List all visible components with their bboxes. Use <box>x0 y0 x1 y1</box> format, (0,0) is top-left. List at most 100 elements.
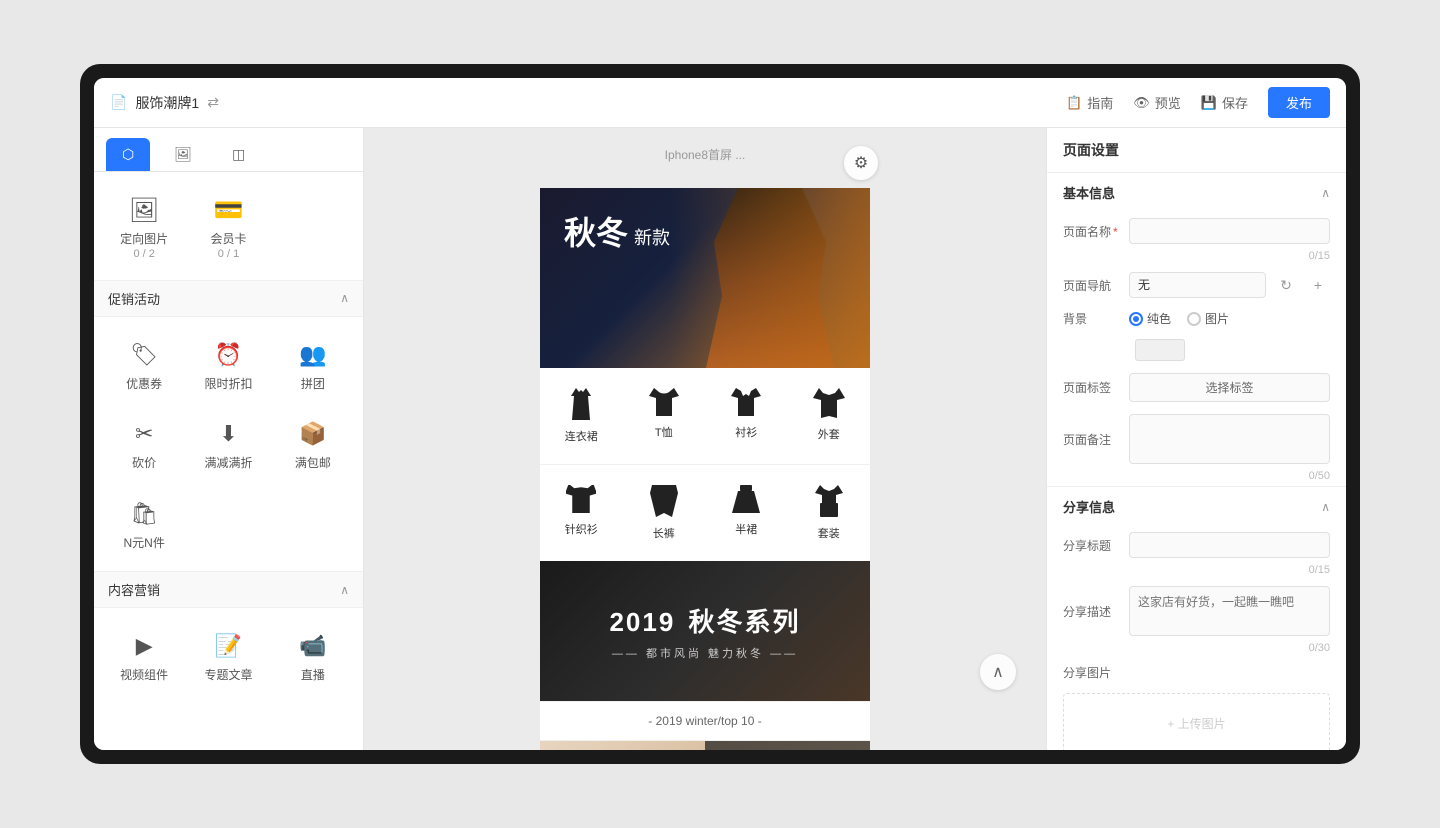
radio-image[interactable]: 图片 <box>1187 310 1229 327</box>
sidebar-item-coupon[interactable]: 🏷 优惠券 <box>102 325 186 405</box>
radio-solid-color[interactable]: 纯色 <box>1129 310 1171 327</box>
coupon-icon: 🏷 <box>124 337 164 373</box>
free-shipping-label: 满包邮 <box>295 456 331 472</box>
guide-button[interactable]: 📋 指南 <box>1066 93 1113 112</box>
live-icon: 📹 <box>293 628 333 664</box>
promo-banner: 2019 秋冬系列 —— 都市风尚 魅力秋冬 —— <box>540 561 870 701</box>
field-background: 背景 纯色 图片 <box>1047 304 1346 333</box>
content-marketing-title: 内容营销 <box>108 580 160 599</box>
color-swatch[interactable] <box>1135 339 1185 361</box>
promotion-grid: 🏷 优惠券 ⏰ 限时折扣 👥 拼团 ✂ 砍价 <box>94 317 363 572</box>
content-marketing-chevron[interactable]: ∧ <box>340 583 349 597</box>
field-share-image: 分享图片 <box>1047 658 1346 687</box>
category-shirt[interactable]: 衬衫 <box>705 380 788 452</box>
preview-button[interactable]: 👁 预览 <box>1133 93 1181 112</box>
basic-info-chevron[interactable]: ∧ <box>1321 186 1330 200</box>
share-desc-label: 分享描述 <box>1063 603 1119 620</box>
coat-icon <box>813 388 845 422</box>
right-panel-title: 页面设置 <box>1047 128 1346 173</box>
pants-label: 长裤 <box>653 525 675 541</box>
nav-add-icon[interactable]: + <box>1306 273 1330 297</box>
section-divider: - 2019 winter/top 10 - <box>540 701 870 741</box>
bundle-icon: 🛍 <box>124 496 164 532</box>
share-desc-hint: 0/30 <box>1047 642 1346 658</box>
shirt-icon <box>731 388 761 420</box>
promotion-chevron[interactable]: ∧ <box>340 291 349 305</box>
dress-label: 连衣裙 <box>565 428 598 444</box>
right-panel: 页面设置 基本信息 ∧ 页面名称* 0/15 页面导航 <box>1046 128 1346 750</box>
promo-subtitle: —— 都市风尚 魅力秋冬 —— <box>612 645 798 661</box>
tab-components[interactable]: ⬡ <box>106 138 150 171</box>
basic-info-header[interactable]: 基本信息 ∧ <box>1047 173 1346 212</box>
sidebar-item-bundle[interactable]: 🛍 N元N件 <box>102 484 186 564</box>
category-tshirt[interactable]: T恤 <box>623 380 706 452</box>
nav-refresh-icon[interactable]: ↻ <box>1274 273 1298 297</box>
category-knit[interactable]: 针织衫 <box>540 477 623 549</box>
settings-button[interactable]: ⚙ <box>844 146 878 180</box>
category-dress[interactable]: 连衣裙 <box>540 380 623 452</box>
required-mark: * <box>1113 225 1118 239</box>
coupon-label: 优惠券 <box>126 377 162 393</box>
full-discount-icon: ⬇ <box>208 416 248 452</box>
image-label: 图片 <box>1205 310 1229 327</box>
sidebar-item-targeted-image[interactable]: 🖼 定向图片 0 / 2 <box>102 180 186 272</box>
sidebar-item-group-buy[interactable]: 👥 拼团 <box>271 325 355 405</box>
sidebar-item-free-shipping[interactable]: 📦 满包邮 <box>271 404 355 484</box>
suit-label: 套装 <box>818 525 840 541</box>
tab-assets[interactable]: 🖼 <box>158 138 208 171</box>
share-desc-textarea[interactable] <box>1129 586 1330 636</box>
promotion-title: 促销活动 <box>108 289 160 308</box>
page-tag-label: 页面标签 <box>1063 379 1119 396</box>
targeted-image-icon: 🖼 <box>124 192 164 228</box>
share-info-header[interactable]: 分享信息 ∧ <box>1047 487 1346 526</box>
hero-main-text: 秋冬 <box>564 216 628 251</box>
sidebar-item-video[interactable]: ▶ 视频组件 <box>102 616 186 696</box>
publish-button[interactable]: 发布 <box>1268 87 1330 118</box>
share-info-chevron[interactable]: ∧ <box>1321 500 1330 514</box>
live-label: 直播 <box>301 668 325 684</box>
page-name-input[interactable] <box>1129 218 1330 244</box>
sidebar-item-bargain[interactable]: ✂ 砍价 <box>102 404 186 484</box>
category-skirt[interactable]: 半裙 <box>705 477 788 549</box>
page-note-label: 页面备注 <box>1063 431 1119 448</box>
tab-layers[interactable]: ◫ <box>216 138 261 171</box>
field-share-title: 分享标题 <box>1047 526 1346 564</box>
canvas-area[interactable]: ⚙ Iphone8首屏 ... 秋冬 新款 <box>364 128 1046 750</box>
sidebar-item-timed-discount[interactable]: ⏰ 限时折扣 <box>186 325 270 405</box>
share-image-upload[interactable]: + 上传图片 <box>1063 693 1330 750</box>
field-page-tag: 页面标签 选择标签 <box>1047 367 1346 408</box>
share-title-label: 分享标题 <box>1063 537 1119 554</box>
assets-icon: 🖼 <box>174 146 192 163</box>
field-color-swatch <box>1047 333 1346 367</box>
swap-icon[interactable]: ⇄ <box>207 94 219 111</box>
full-discount-label: 满减满折 <box>204 456 252 472</box>
category-pants[interactable]: 长裤 <box>623 477 706 549</box>
scroll-top-button[interactable]: ∧ <box>980 654 1016 690</box>
sidebar-tabs: ⬡ 🖼 ◫ <box>94 128 363 172</box>
shirt-label: 衬衫 <box>735 424 757 440</box>
share-title-input[interactable] <box>1129 532 1330 558</box>
section-promotion: 促销活动 ∧ <box>94 280 363 317</box>
left-sidebar: ⬡ 🖼 ◫ 🖼 定向图片 0 / 2 � <box>94 128 364 750</box>
category-grid-row1: 连衣裙 T恤 <box>540 368 870 464</box>
sidebar-item-article[interactable]: 📝 专题文章 <box>186 616 270 696</box>
share-image-placeholder: + 上传图片 <box>1167 715 1225 732</box>
hero-text: 秋冬 新款 <box>564 216 670 251</box>
background-label: 背景 <box>1063 310 1119 327</box>
guide-icon: 📋 <box>1066 95 1082 111</box>
page-nav-select[interactable]: 无 有 <box>1129 272 1266 298</box>
page-tag-button[interactable]: 选择标签 <box>1129 373 1330 402</box>
promo-title: 秋冬系列 <box>689 607 801 637</box>
sidebar-item-full-discount[interactable]: ⬇ 满减满折 <box>186 404 270 484</box>
category-suit[interactable]: 套装 <box>788 477 871 549</box>
doc-icon: 📄 <box>110 94 127 111</box>
category-coat[interactable]: 外套 <box>788 380 871 452</box>
canvas-label: Iphone8首屏 ... <box>665 146 746 163</box>
save-button[interactable]: 💾 保存 <box>1201 93 1248 112</box>
knit-icon <box>566 485 596 517</box>
page-note-textarea[interactable] <box>1129 414 1330 464</box>
main-content: ⬡ 🖼 ◫ 🖼 定向图片 0 / 2 � <box>94 128 1346 750</box>
sidebar-item-membership[interactable]: 💳 会员卡 0 / 1 <box>186 180 270 272</box>
skirt-label: 半裙 <box>735 521 757 537</box>
sidebar-item-live[interactable]: 📹 直播 <box>271 616 355 696</box>
